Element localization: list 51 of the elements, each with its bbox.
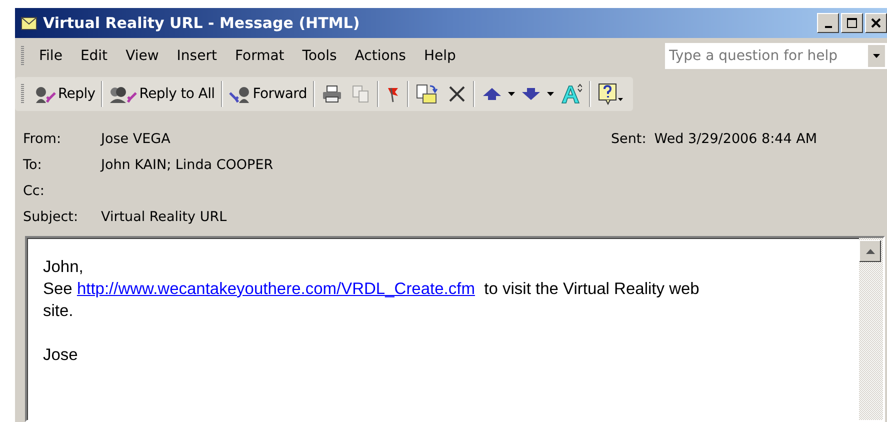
envelope-icon [21, 16, 37, 30]
field-value: John KAIN; Linda COOPER [101, 157, 274, 173]
dropdown-arrow-icon [873, 54, 880, 58]
field-value: Virtual Reality URL [101, 209, 227, 225]
close-icon [871, 18, 881, 28]
menu-item[interactable]: Insert [168, 48, 226, 64]
help-search-field[interactable]: Type a question for help [665, 43, 887, 69]
message-text: See http://www.wecantakeyouthere.com/VRDL_Create.cfm to visit the Virtual Reality web site. [43, 279, 700, 322]
forward-button[interactable]: Forward [224, 80, 311, 108]
field-label: Cc: [23, 183, 46, 199]
caret-down-icon [508, 92, 515, 96]
reply-to-all-button[interactable]: Reply to All [105, 80, 219, 108]
copy-icon [352, 85, 370, 103]
vertical-scrollbar[interactable] [859, 238, 883, 420]
up-arrow-icon [482, 87, 502, 101]
field-label: Sent: [610, 131, 646, 147]
caret-up-icon [866, 248, 874, 254]
menu-item[interactable]: Tools [293, 48, 346, 64]
document-folder-icon [416, 84, 438, 104]
arrow-person-icon [228, 85, 251, 103]
font-size-icon [560, 83, 582, 105]
menu-item[interactable]: Format [226, 48, 294, 64]
menu-item[interactable]: Actions [346, 48, 415, 64]
menu-item[interactable]: View [116, 48, 168, 64]
help-icon [598, 83, 624, 105]
field-value: Jose VEGA [101, 131, 170, 147]
person-arrow-icon [34, 85, 56, 103]
greeting-text: John, [43, 257, 84, 278]
scroll-up-button[interactable] [859, 240, 881, 262]
field-label: Subject: [23, 209, 80, 225]
people-arrow-icon [109, 85, 138, 103]
printer-icon [322, 85, 342, 103]
menu-item[interactable]: Edit [71, 48, 117, 64]
maximize-icon [847, 18, 857, 28]
maximize-button[interactable] [841, 13, 863, 33]
menu-item[interactable]: File [30, 48, 72, 64]
field-label: To: [23, 157, 43, 173]
field-label: From: [23, 131, 62, 147]
signature-text: Jose [43, 345, 79, 366]
reply-button[interactable]: Reply [30, 80, 100, 108]
close-button[interactable] [865, 13, 887, 33]
caret-down-icon [546, 92, 554, 96]
field-value: Wed 3/29/2006 8:44 AM [654, 131, 817, 147]
minimize-icon [824, 26, 832, 28]
minimize-button[interactable] [817, 13, 839, 33]
delete-icon [448, 85, 466, 103]
window-title: Virtual Reality URL - Message (HTML) [43, 14, 361, 32]
flag-icon [386, 85, 400, 103]
down-arrow-icon [520, 87, 541, 101]
url-link[interactable]: http://www.wecantakeyouthere.com/VRDL_Create.cfm [76, 280, 475, 298]
menu-item[interactable]: Help [414, 48, 465, 64]
